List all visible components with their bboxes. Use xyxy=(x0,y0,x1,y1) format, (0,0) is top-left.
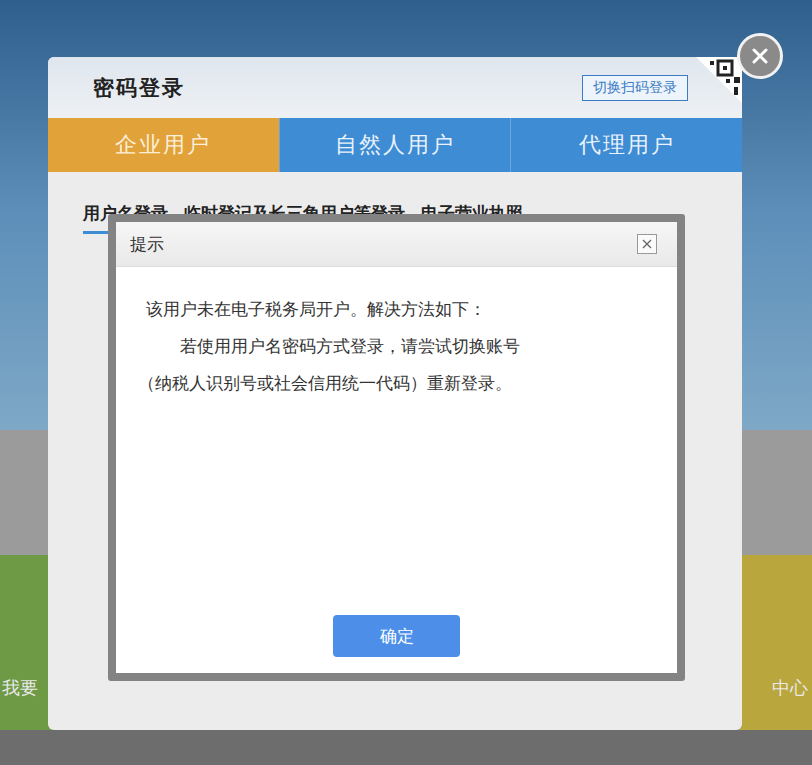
alert-message: 若使用用户名密码方式登录，请尝试切换账号 xyxy=(146,328,657,365)
service-tile[interactable]: 中心 xyxy=(740,555,812,730)
user-type-tab[interactable]: 企业用户 xyxy=(48,118,279,172)
alert-dialog: 提示该用户未在电子税务局开户。解决方法如下：若使用用户名密码方式登录，请尝试切换… xyxy=(108,214,685,681)
alert-message: （纳税人识别号或社会信用统一代码）重新登录。 xyxy=(138,365,657,402)
footer-strip xyxy=(0,730,812,765)
tile-label: 我要 xyxy=(0,676,42,700)
alert-message: 该用户未在电子税务局开户。解决方法如下： xyxy=(146,291,657,328)
confirm-button[interactable]: 确定 xyxy=(333,615,460,657)
user-type-tabs: 企业用户自然人用户代理用户 xyxy=(48,118,742,172)
login-title: 密码登录 xyxy=(93,74,582,102)
login-page: 我要中心密码登录切换扫码登录企业用户自然人用户代理用户用户名登录临时登记及长三角… xyxy=(0,0,812,765)
alert-header: 提示 xyxy=(116,222,677,267)
login-header: 密码登录切换扫码登录 xyxy=(48,57,742,118)
qr-code-icon[interactable] xyxy=(696,57,742,103)
close-icon xyxy=(641,238,653,250)
close-icon xyxy=(750,46,770,66)
tile-label: 中心 xyxy=(770,676,812,700)
close-button[interactable] xyxy=(737,33,783,79)
user-type-tab[interactable]: 自然人用户 xyxy=(279,118,511,172)
user-type-tab[interactable]: 代理用户 xyxy=(510,118,742,172)
alert-close-button[interactable] xyxy=(637,234,657,254)
switch-qr-button[interactable]: 切换扫码登录 xyxy=(582,75,688,101)
alert-body: 该用户未在电子税务局开户。解决方法如下：若使用用户名密码方式登录，请尝试切换账号… xyxy=(116,267,677,673)
alert-title: 提示 xyxy=(130,233,164,256)
